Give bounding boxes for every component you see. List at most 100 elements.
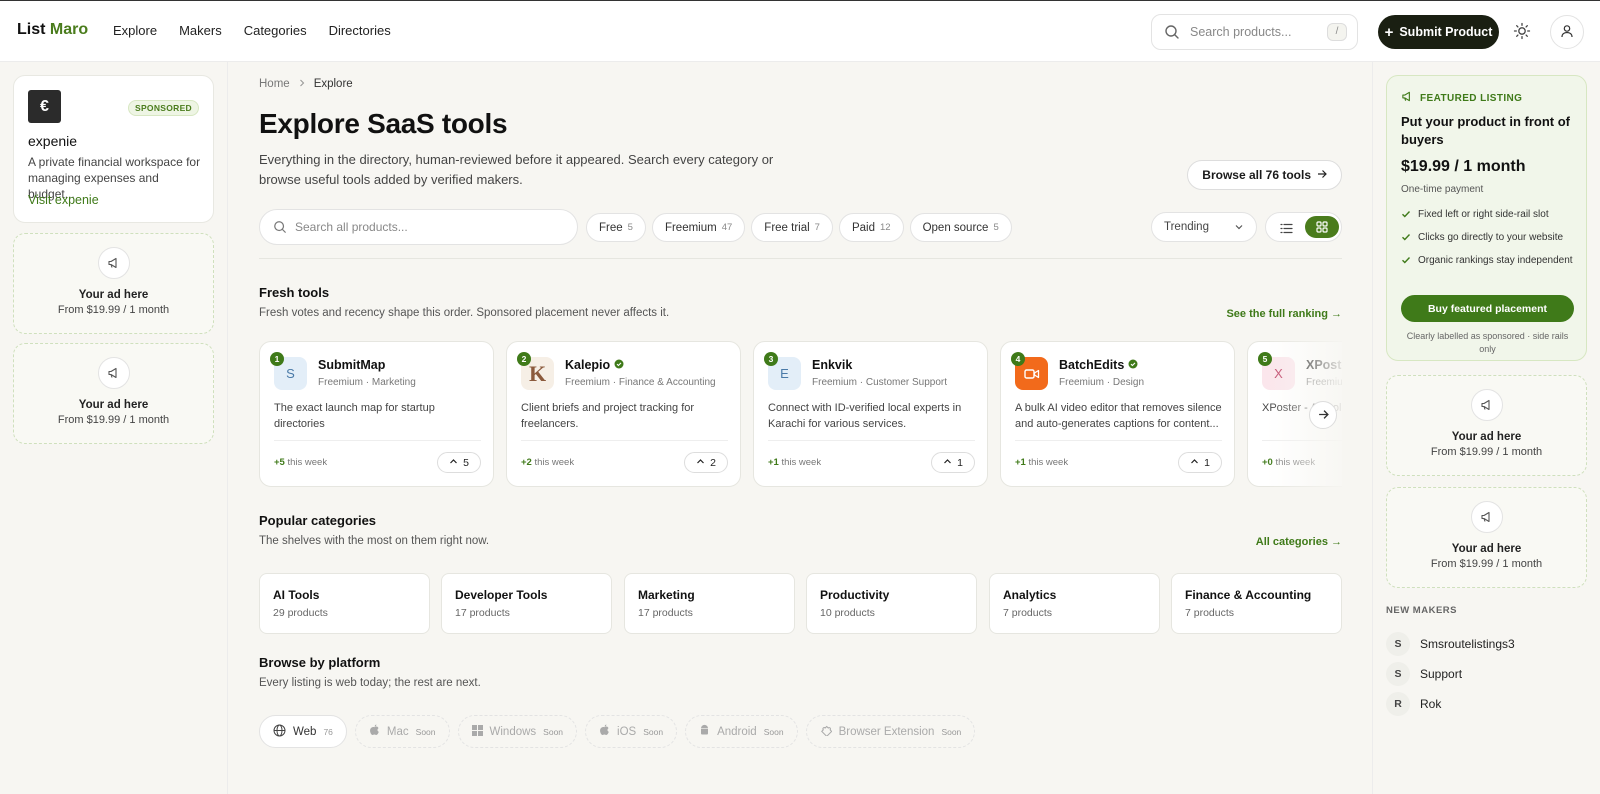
- filter-chip-freemium[interactable]: Freemium 47: [651, 213, 746, 242]
- upvote-button[interactable]: 1: [1178, 452, 1222, 473]
- filter-count: 5: [993, 222, 999, 233]
- grid-view-icon[interactable]: [1305, 216, 1339, 238]
- ad-slot[interactable]: Your ad here From $19.99 / 1 month: [13, 343, 214, 444]
- submit-product-button[interactable]: + Submit Product: [1378, 15, 1499, 49]
- benefit-item: Clicks go directly to your website: [1401, 232, 1581, 255]
- category-card-ai-tools[interactable]: AI Tools 29 products: [259, 573, 430, 634]
- delta-label: this week: [1272, 457, 1316, 468]
- sun-icon[interactable]: [1513, 22, 1531, 43]
- maker-item[interactable]: R Rok: [1386, 689, 1515, 719]
- full-ranking-link[interactable]: See the full ranking →: [1226, 308, 1342, 320]
- upvote-button[interactable]: 1: [931, 452, 975, 473]
- ad-slot[interactable]: Your ad here From $19.99 / 1 month: [1386, 487, 1587, 588]
- tool-name: Enkvik: [812, 358, 852, 372]
- platform-chip-web[interactable]: Web 76: [259, 715, 347, 748]
- platform-name: Web: [293, 725, 317, 738]
- upvote-button[interactable]: 5: [437, 452, 481, 473]
- upvote-button[interactable]: 2: [684, 452, 728, 473]
- search-shortcut-hint: /: [1327, 23, 1347, 41]
- verified-icon: [1128, 358, 1138, 372]
- category-card-productivity[interactable]: Productivity 10 products: [806, 573, 977, 634]
- maker-name: Support: [1420, 667, 1463, 681]
- sponsor-logo: €: [28, 90, 61, 123]
- tool-meta: Freemium · Customer Support: [812, 377, 948, 388]
- fresh-tools-title: Fresh tools: [259, 285, 330, 300]
- user-account-button[interactable]: [1550, 15, 1584, 49]
- vote-count: 2: [710, 456, 716, 469]
- platform-name: Mac: [386, 725, 409, 738]
- tool-card[interactable]: 1 S SubmitMap Freemium · Marketing The e…: [259, 341, 494, 487]
- platform-chip-android[interactable]: Android Soon: [685, 715, 798, 748]
- section-divider: [259, 258, 1342, 259]
- nav-makers[interactable]: Makers: [179, 23, 222, 38]
- browse-platform-title: Browse by platform: [259, 655, 381, 670]
- platform-chip-windows[interactable]: Windows Soon: [457, 715, 578, 748]
- product-search-input[interactable]: Search all products...: [259, 209, 578, 245]
- sort-select[interactable]: Trending: [1151, 212, 1257, 242]
- nav-categories[interactable]: Categories: [244, 23, 307, 38]
- maker-item[interactable]: S Smsroutelistings3: [1386, 629, 1515, 659]
- ad-slot[interactable]: Your ad here From $19.99 / 1 month: [13, 233, 214, 334]
- rank-badge: 2: [517, 352, 531, 366]
- filter-chip-free[interactable]: Free 5: [586, 213, 646, 242]
- sponsored-card[interactable]: € SPONSORED expenie A private financial …: [13, 75, 214, 223]
- category-card-marketing[interactable]: Marketing 17 products: [624, 573, 795, 634]
- tool-card[interactable]: 4 BatchEdits Freemium · Design A bulk AI…: [1000, 341, 1235, 487]
- chevron-up-icon: [696, 457, 705, 469]
- chevron-up-icon: [449, 457, 458, 469]
- delta-value: +5: [274, 457, 285, 468]
- card-divider: [1262, 440, 1342, 441]
- breadcrumb-home[interactable]: Home: [259, 78, 290, 90]
- maker-item[interactable]: S Support: [1386, 659, 1515, 689]
- all-categories-link[interactable]: All categories →: [1256, 536, 1342, 548]
- header-search[interactable]: Search products... /: [1151, 14, 1358, 50]
- nav-directories[interactable]: Directories: [329, 23, 391, 38]
- new-makers-list: S Smsroutelistings3 S Support R Rok: [1386, 629, 1515, 719]
- avatar: S: [1386, 632, 1410, 656]
- rank-badge: 4: [1011, 352, 1025, 366]
- android-icon: [699, 724, 710, 739]
- category-count: 7 products: [1003, 607, 1053, 619]
- ad-slot[interactable]: Your ad here From $19.99 / 1 month: [1386, 375, 1587, 476]
- platform-name: Browser Extension: [838, 725, 935, 738]
- card-divider: [1015, 440, 1222, 441]
- check-icon: [1401, 209, 1411, 222]
- category-name: Analytics: [1003, 588, 1057, 602]
- submit-product-label: Submit Product: [1399, 25, 1493, 39]
- browse-all-button[interactable]: Browse all 76 tools: [1187, 160, 1342, 190]
- browse-platform-subtitle: Every listing is web today; the rest are…: [259, 677, 481, 689]
- filter-chip-open-source[interactable]: Open source 5: [909, 213, 1012, 242]
- filter-count: 5: [627, 222, 633, 233]
- buy-featured-button[interactable]: Buy featured placement: [1401, 295, 1574, 322]
- filter-label: Freemium: [664, 221, 717, 234]
- delta-value: +1: [1015, 457, 1026, 468]
- ad-title: Your ad here: [1451, 431, 1522, 443]
- megaphone-icon: [1401, 90, 1414, 106]
- category-card-analytics[interactable]: Analytics 7 products: [989, 573, 1160, 634]
- popular-categories-title: Popular categories: [259, 513, 377, 528]
- tool-name: SubmitMap: [318, 358, 385, 372]
- visit-sponsor-link[interactable]: Visit expenie: [28, 193, 99, 207]
- category-card-developer-tools[interactable]: Developer Tools 17 products: [441, 573, 612, 634]
- category-card-finance[interactable]: Finance & Accounting 7 products: [1171, 573, 1342, 634]
- logo[interactable]: List Maro: [17, 21, 88, 39]
- category-count: 10 products: [820, 607, 875, 619]
- platform-chip-mac[interactable]: Mac Soon: [354, 715, 450, 748]
- tool-card[interactable]: 3 E Enkvik Freemium · Customer Support C…: [753, 341, 988, 487]
- list-view-icon[interactable]: [1276, 218, 1296, 238]
- platform-chip-ios[interactable]: iOS Soon: [585, 715, 678, 748]
- nav-explore[interactable]: Explore: [113, 23, 157, 38]
- filter-chip-paid[interactable]: Paid 12: [838, 213, 904, 242]
- delta-label: this week: [531, 457, 575, 468]
- filter-chip-free-trial[interactable]: Free trial 7: [751, 213, 833, 242]
- tool-name: Kalepio: [565, 358, 624, 372]
- tool-card[interactable]: 2 K Kalepio Freemium · Finance & Account…: [506, 341, 741, 487]
- megaphone-icon: [97, 357, 130, 389]
- platform-tag: Soon: [543, 726, 564, 737]
- tool-description: The exact launch map for startup directo…: [274, 402, 435, 430]
- pricing-filters: Free 5 Freemium 47 Free trial 7 Paid 12 Open…: [586, 213, 1012, 242]
- filter-label: Free: [599, 221, 623, 234]
- platform-chip-browser-extension[interactable]: Browser Extension Soon: [805, 715, 976, 748]
- carousel-next-button[interactable]: [1309, 401, 1337, 429]
- apple-icon: [369, 724, 380, 739]
